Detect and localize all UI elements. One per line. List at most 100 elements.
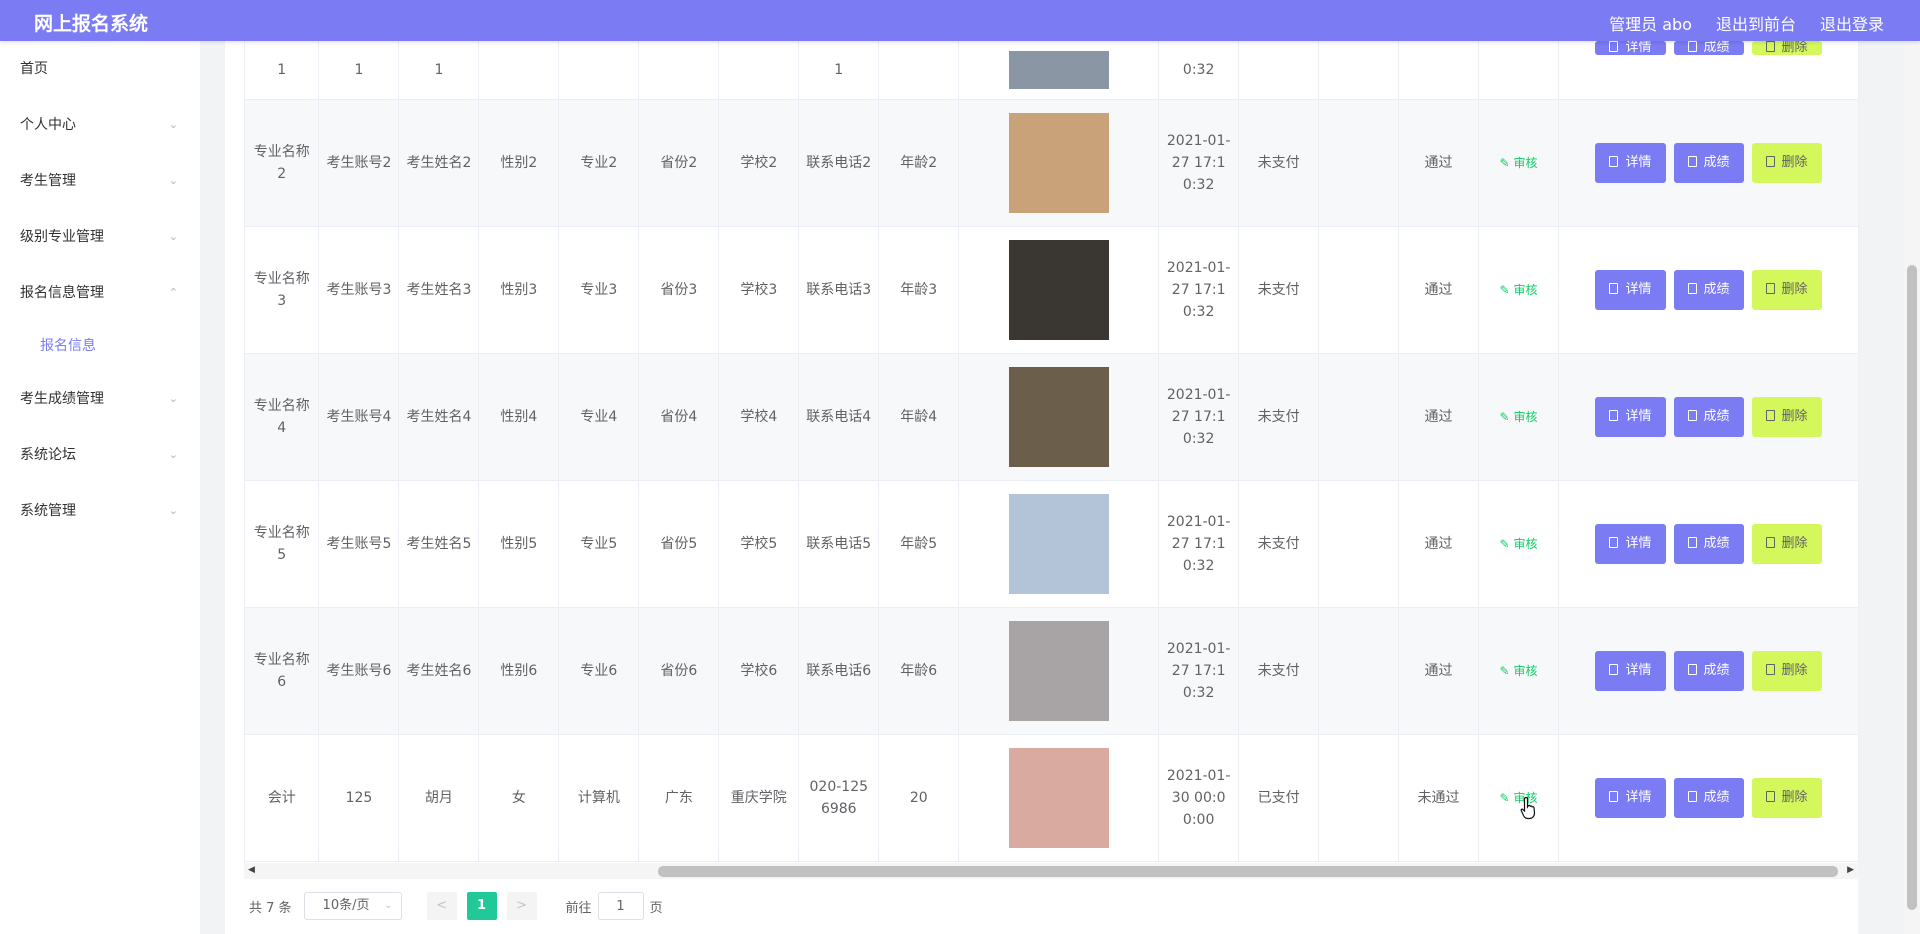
button-label: 成绩 [1703, 535, 1730, 551]
horizontal-scrollbar[interactable]: ◀ ▶ [244, 863, 1858, 879]
detail-button[interactable]: 详情 [1595, 523, 1666, 564]
delete-button[interactable]: 删除 [1751, 41, 1822, 55]
vertical-scrollbar[interactable] [1904, 41, 1920, 934]
scrollbar-thumb[interactable] [658, 866, 1838, 877]
button-label: 删除 [1781, 281, 1808, 297]
audit-label: 审核 [1513, 409, 1538, 424]
document-icon [1687, 155, 1697, 167]
prev-page-button[interactable]: < [426, 892, 457, 920]
table-cell-account: 1 [318, 41, 400, 100]
scroll-right-icon[interactable]: ▶ [1847, 865, 1854, 875]
chevron-down-icon: ⌄ [168, 504, 178, 517]
scroll-left-icon[interactable]: ◀ [248, 865, 255, 875]
audit-button[interactable]: ✎审核 [1499, 410, 1537, 424]
table-cell-audit-status [1398, 41, 1480, 100]
button-label: 详情 [1625, 154, 1652, 170]
button-label: 详情 [1625, 789, 1652, 805]
table-cell-time: 0:32 [1158, 41, 1240, 100]
sidebar-item-label: 考生成绩管理 [20, 391, 104, 407]
table-cell-province: 广东 [638, 734, 720, 862]
sidebar-item-levels[interactable]: 级别专业管理 ⌄ [0, 209, 200, 265]
audit-label: 审核 [1513, 155, 1538, 170]
table-cell-name: 考生姓名2 [398, 99, 480, 227]
table-cell-school: 学校4 [718, 353, 800, 481]
student-photo [1008, 239, 1109, 340]
audit-button[interactable]: ✎审核 [1499, 156, 1537, 170]
edit-icon: ✎ [1499, 409, 1510, 424]
delete-button[interactable]: 删除 [1751, 650, 1822, 691]
table-cell-gender: 性别3 [478, 226, 560, 354]
detail-button[interactable]: 详情 [1595, 269, 1666, 310]
score-button[interactable]: 成绩 [1673, 396, 1744, 437]
table-cell-reply [1318, 480, 1400, 608]
table-cell-school [718, 41, 800, 100]
delete-button[interactable]: 删除 [1751, 142, 1822, 183]
sidebar-item-students[interactable]: 考生管理 ⌄ [0, 153, 200, 209]
delete-button[interactable]: 删除 [1751, 269, 1822, 310]
sidebar-subitem-registration-info[interactable]: 报名信息 [0, 321, 200, 371]
sidebar: 首页 个人中心 ⌄ 考生管理 ⌄ 级别专业管理 ⌄ 报名信息管理 ⌃ 报名信息 … [0, 41, 200, 934]
pagination: 共 7 条 10条/页 ⌄ < 1 > 前往 页 [249, 892, 663, 920]
button-label: 成绩 [1703, 789, 1730, 805]
sidebar-item-registration[interactable]: 报名信息管理 ⌃ [0, 265, 200, 321]
table-cell-actions: 详情 成绩 删除 [1558, 41, 1859, 100]
app-title: 网上报名系统 [34, 13, 149, 35]
admin-user-link[interactable]: 管理员 abo [1609, 11, 1692, 35]
table-cell-time: 2021-01-30 00:00:00 [1158, 734, 1240, 862]
table-cell-province: 省份6 [638, 607, 720, 735]
sidebar-item-profile[interactable]: 个人中心 ⌄ [0, 97, 200, 153]
table-cell-age [878, 41, 960, 100]
table-cell-audit: ✎审核 [1478, 607, 1560, 735]
next-page-button[interactable]: > [506, 892, 537, 920]
page-number-current[interactable]: 1 [466, 892, 497, 920]
table-cell-name: 考生姓名4 [398, 353, 480, 481]
scrollbar-thumb[interactable] [1907, 265, 1917, 910]
goto-page-input[interactable] [597, 892, 644, 920]
delete-button[interactable]: 删除 [1751, 396, 1822, 437]
sidebar-item-scores[interactable]: 考生成绩管理 ⌄ [0, 371, 200, 427]
logout-link[interactable]: 退出登录 [1820, 11, 1884, 35]
detail-button[interactable]: 详情 [1595, 777, 1666, 818]
goto-prefix: 前往 [565, 900, 592, 916]
detail-button[interactable]: 详情 [1595, 142, 1666, 183]
document-icon [1687, 536, 1697, 548]
table-cell-photo [958, 99, 1160, 227]
document-icon [1609, 409, 1619, 421]
page-size-select[interactable]: 10条/页 ⌄ [303, 892, 402, 920]
table-cell-account: 考生账号3 [318, 226, 400, 354]
audit-button[interactable]: ✎审核 [1499, 664, 1537, 678]
table-cell-province: 省份5 [638, 480, 720, 608]
audit-button[interactable]: ✎审核 [1499, 283, 1537, 297]
delete-button[interactable]: 删除 [1751, 777, 1822, 818]
sidebar-item-home[interactable]: 首页 [0, 41, 200, 97]
table-cell-reply [1318, 353, 1400, 481]
exit-to-front-link[interactable]: 退出到前台 [1716, 11, 1796, 35]
score-button[interactable]: 成绩 [1673, 650, 1744, 691]
score-button[interactable]: 成绩 [1673, 523, 1744, 564]
table-cell-age: 年龄4 [878, 353, 960, 481]
delete-button[interactable]: 删除 [1751, 523, 1822, 564]
sidebar-item-label: 报名信息管理 [20, 285, 104, 301]
table-cell-account: 考生账号4 [318, 353, 400, 481]
score-button[interactable]: 成绩 [1673, 777, 1744, 818]
audit-button[interactable]: ✎审核 [1499, 537, 1537, 551]
document-icon [1765, 155, 1775, 167]
detail-button[interactable]: 详情 [1595, 41, 1666, 55]
table-cell-audit [1478, 41, 1560, 100]
score-button[interactable]: 成绩 [1673, 142, 1744, 183]
table-cell-major-name: 专业名称2 [245, 99, 320, 227]
table-cell-reply [1318, 99, 1400, 227]
table-cell-age: 年龄5 [878, 480, 960, 608]
detail-button[interactable]: 详情 [1595, 650, 1666, 691]
sidebar-item-forum[interactable]: 系统论坛 ⌄ [0, 427, 200, 483]
score-button[interactable]: 成绩 [1673, 41, 1744, 55]
table-cell-pay-status: 未支付 [1238, 226, 1320, 354]
detail-button[interactable]: 详情 [1595, 396, 1666, 437]
table-cell-time: 2021-01-27 17:10:32 [1158, 480, 1240, 608]
button-label: 详情 [1625, 281, 1652, 297]
table-cell-actions: 详情 成绩 删除 [1558, 607, 1859, 735]
score-button[interactable]: 成绩 [1673, 269, 1744, 310]
table-cell-name: 考生姓名3 [398, 226, 480, 354]
document-icon [1687, 790, 1697, 802]
sidebar-item-system[interactable]: 系统管理 ⌄ [0, 483, 200, 539]
